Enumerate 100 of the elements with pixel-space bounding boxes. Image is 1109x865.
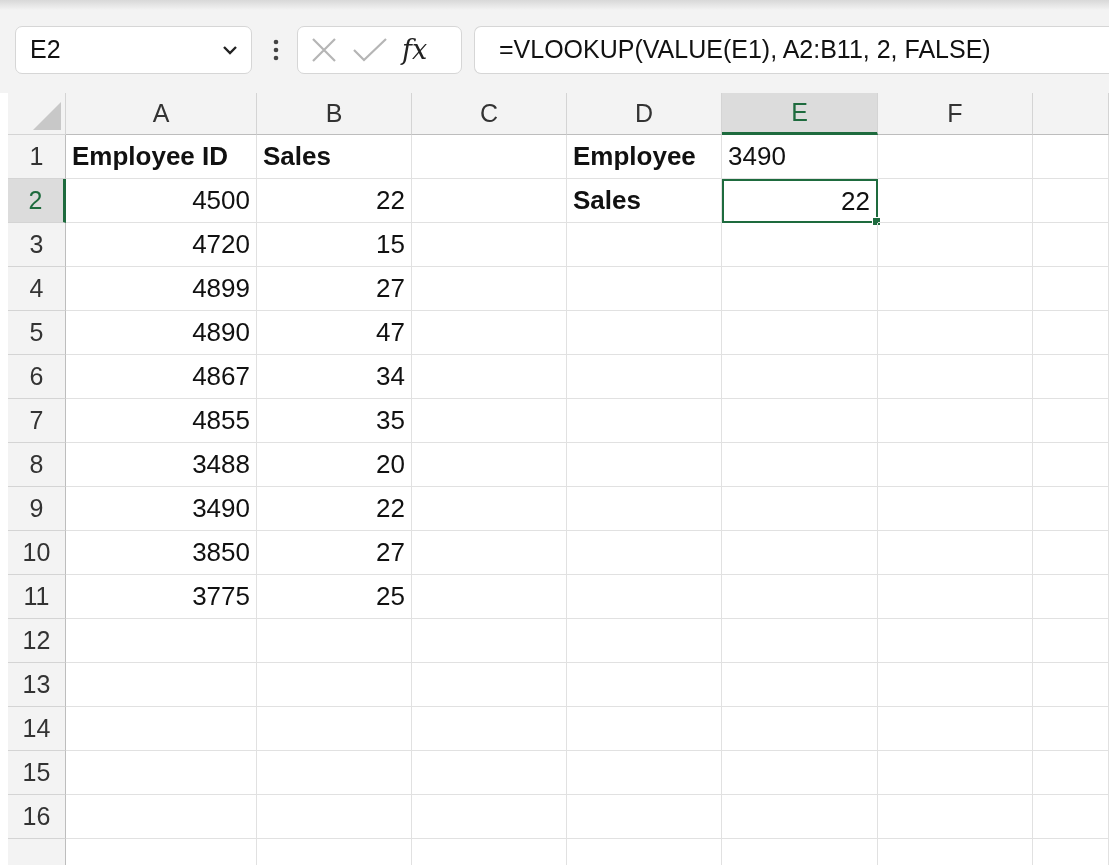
table-cell[interactable] [412, 399, 567, 443]
table-cell[interactable] [878, 707, 1033, 751]
column-header[interactable]: E [722, 93, 878, 135]
table-cell[interactable] [412, 663, 567, 707]
check-icon[interactable] [352, 36, 388, 63]
table-cell[interactable]: 3850 [66, 531, 257, 575]
table-cell[interactable] [878, 179, 1033, 223]
table-cell[interactable] [412, 575, 567, 619]
table-cell[interactable] [1033, 575, 1109, 619]
row-header[interactable]: 15 [8, 751, 66, 795]
row-header[interactable]: 6 [8, 355, 66, 399]
table-cell[interactable] [878, 355, 1033, 399]
formula-field[interactable]: =VLOOKUP(VALUE(E1), A2:B11, 2, FALSE) [474, 25, 1109, 74]
table-cell[interactable] [878, 575, 1033, 619]
select-all-corner[interactable] [8, 93, 66, 135]
cancel-icon[interactable] [310, 35, 338, 64]
table-cell[interactable] [567, 751, 722, 795]
table-cell[interactable]: 3488 [66, 443, 257, 487]
table-cell[interactable] [722, 795, 878, 839]
table-cell[interactable] [66, 795, 257, 839]
table-cell[interactable] [1033, 707, 1109, 751]
table-cell[interactable]: Sales [257, 135, 412, 179]
table-cell[interactable] [878, 267, 1033, 311]
table-cell[interactable] [878, 135, 1033, 179]
table-cell[interactable] [412, 707, 567, 751]
table-cell[interactable] [1033, 135, 1109, 179]
table-cell[interactable] [412, 355, 567, 399]
row-header[interactable]: 10 [8, 531, 66, 575]
row-header[interactable]: 9 [8, 487, 66, 531]
table-cell[interactable]: Sales [567, 179, 722, 223]
table-cell[interactable]: 4720 [66, 223, 257, 267]
table-cell[interactable] [567, 707, 722, 751]
table-cell[interactable] [1033, 751, 1109, 795]
table-cell[interactable]: 27 [257, 531, 412, 575]
table-cell[interactable] [722, 751, 878, 795]
row-header[interactable]: 11 [8, 575, 66, 619]
table-cell[interactable] [1033, 443, 1109, 487]
table-cell[interactable]: 27 [257, 267, 412, 311]
row-header[interactable]: 13 [8, 663, 66, 707]
table-cell[interactable] [66, 619, 257, 663]
table-cell[interactable] [878, 619, 1033, 663]
table-cell[interactable] [412, 487, 567, 531]
table-cell[interactable] [1033, 619, 1109, 663]
table-cell[interactable] [567, 619, 722, 663]
table-cell[interactable] [878, 223, 1033, 267]
table-cell[interactable] [257, 619, 412, 663]
table-cell[interactable] [66, 663, 257, 707]
table-cell[interactable] [412, 531, 567, 575]
column-header[interactable]: C [412, 93, 567, 135]
column-header[interactable]: F [878, 93, 1033, 135]
table-cell[interactable] [722, 223, 878, 267]
table-cell[interactable] [412, 311, 567, 355]
table-cell[interactable] [412, 443, 567, 487]
table-cell[interactable] [1033, 795, 1109, 839]
table-cell[interactable] [257, 707, 412, 751]
table-cell[interactable] [567, 267, 722, 311]
table-cell[interactable] [257, 795, 412, 839]
row-header[interactable]: 1 [8, 135, 66, 179]
table-cell[interactable] [878, 311, 1033, 355]
table-cell[interactable]: 4500 [66, 179, 257, 223]
table-cell[interactable] [567, 355, 722, 399]
table-cell[interactable] [66, 707, 257, 751]
table-cell[interactable] [722, 487, 878, 531]
table-cell[interactable] [567, 531, 722, 575]
table-cell[interactable]: 3490 [722, 135, 878, 179]
column-header[interactable]: D [567, 93, 722, 135]
table-cell[interactable]: 22 [257, 487, 412, 531]
row-header[interactable]: 3 [8, 223, 66, 267]
table-cell[interactable] [257, 663, 412, 707]
table-cell[interactable] [412, 267, 567, 311]
table-cell[interactable]: 22 [257, 179, 412, 223]
table-cell[interactable] [567, 663, 722, 707]
name-box[interactable]: E2 [15, 25, 252, 74]
table-cell[interactable] [722, 399, 878, 443]
table-cell[interactable] [722, 531, 878, 575]
table-cell[interactable] [412, 751, 567, 795]
table-cell[interactable] [722, 707, 878, 751]
table-cell[interactable] [878, 751, 1033, 795]
table-cell[interactable] [412, 223, 567, 267]
row-header[interactable]: 12 [8, 619, 66, 663]
table-cell[interactable] [878, 531, 1033, 575]
table-cell[interactable] [1033, 531, 1109, 575]
table-cell[interactable] [1033, 487, 1109, 531]
row-header[interactable]: 7 [8, 399, 66, 443]
table-cell[interactable]: 34 [257, 355, 412, 399]
table-cell[interactable]: 4899 [66, 267, 257, 311]
table-cell[interactable] [1033, 311, 1109, 355]
row-header[interactable]: 4 [8, 267, 66, 311]
table-cell[interactable] [878, 795, 1033, 839]
table-cell[interactable] [1033, 267, 1109, 311]
table-cell[interactable] [722, 663, 878, 707]
table-cell[interactable] [66, 751, 257, 795]
row-header[interactable]: 14 [8, 707, 66, 751]
table-cell[interactable] [1033, 355, 1109, 399]
table-cell[interactable]: 22 [722, 179, 878, 223]
row-header[interactable]: 16 [8, 795, 66, 839]
table-cell[interactable] [1033, 663, 1109, 707]
table-cell[interactable] [567, 487, 722, 531]
table-cell[interactable] [722, 575, 878, 619]
table-cell[interactable] [412, 135, 567, 179]
